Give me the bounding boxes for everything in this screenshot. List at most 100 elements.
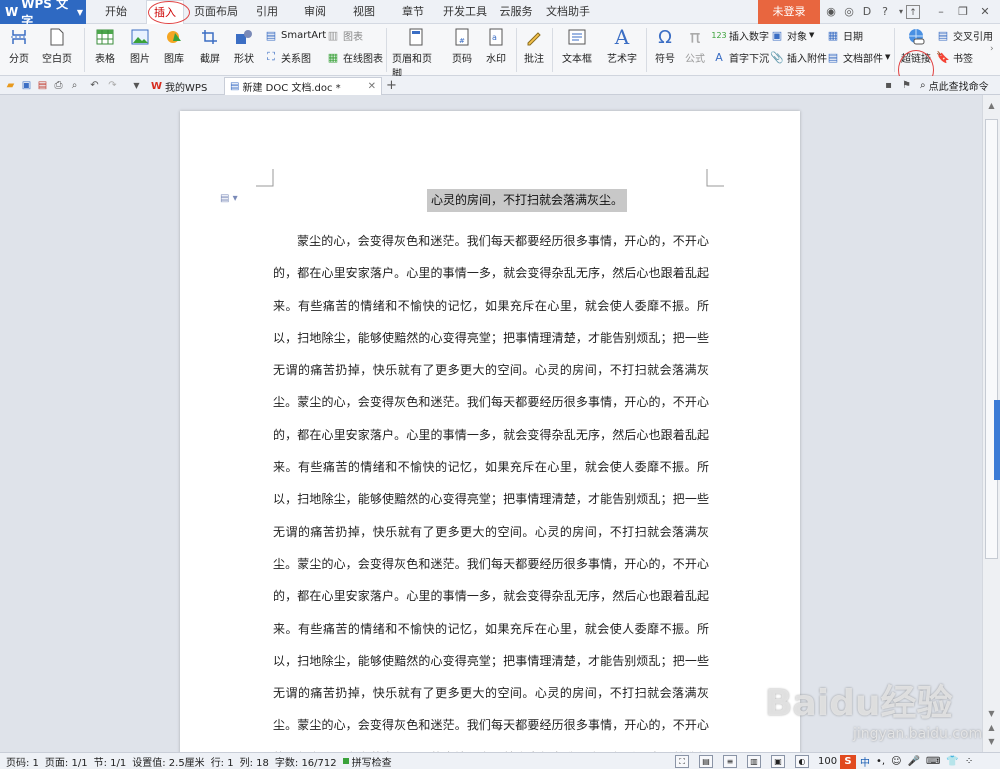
- shape-button[interactable]: 形状: [230, 24, 258, 65]
- date-button[interactable]: ▦ 日期: [826, 27, 863, 43]
- login-button[interactable]: 未登录: [758, 0, 820, 24]
- tab-home[interactable]: 开始: [96, 0, 136, 24]
- ribbon-scroll-right-icon[interactable]: ›: [990, 44, 994, 54]
- status-setting[interactable]: 设置值: 2.5厘米: [132, 754, 204, 769]
- status-words[interactable]: 字数: 16/712: [275, 754, 337, 769]
- eye-protection-icon[interactable]: ◐: [795, 755, 809, 768]
- picture-label: 图片: [130, 54, 150, 65]
- focus-mode-icon[interactable]: ⛶: [675, 755, 689, 768]
- page-break-label: 分页: [9, 54, 29, 65]
- bookmark-button[interactable]: 🔖 书签: [936, 49, 973, 65]
- textbox-button[interactable]: 文本框: [558, 24, 596, 65]
- close-tab-icon[interactable]: ✕: [368, 81, 376, 92]
- crossref-button[interactable]: ▤ 交叉引用: [936, 27, 993, 43]
- document-title-selected[interactable]: 心灵的房间，不打扫就会落满灰尘。: [427, 189, 628, 212]
- symbol-button[interactable]: Ω 符号: [648, 24, 682, 66]
- add-tab-icon[interactable]: +: [385, 79, 398, 92]
- tab-review[interactable]: 审阅: [298, 0, 332, 24]
- table-button[interactable]: 表格: [92, 24, 118, 65]
- maximize-icon[interactable]: ❐: [956, 5, 970, 19]
- relation-diagram-button[interactable]: ⛶ 关系图: [264, 49, 311, 65]
- bookmark-label: 书签: [953, 53, 973, 65]
- skin-icon[interactable]: ◉: [824, 5, 838, 19]
- tab-my-wps[interactable]: W 我的WPS: [146, 77, 222, 95]
- attachment-button[interactable]: 📎 插入附件: [770, 49, 827, 65]
- protect-view-icon[interactable]: ▣: [771, 755, 785, 768]
- ime-mode[interactable]: 中: [860, 754, 870, 769]
- tab-view[interactable]: 视图: [347, 0, 381, 24]
- blank-page-button[interactable]: 空白页: [40, 24, 74, 65]
- watermark-button[interactable]: a 水印: [480, 24, 512, 65]
- document-body-text[interactable]: 蒙尘的心，会变得灰色和迷茫。我们每天都要经历很多事情，开心的，不开心的，都在心里…: [273, 225, 709, 752]
- object-button[interactable]: ▣ 对象 ▼: [770, 27, 815, 43]
- tab-new-doc[interactable]: ▤ 新建 DOC 文档.doc * ✕: [224, 77, 382, 95]
- tab-section[interactable]: 章节: [396, 0, 430, 24]
- page-break-button[interactable]: 分页: [6, 24, 32, 65]
- tools-icon[interactable]: ⁘: [965, 756, 973, 767]
- header-footer-button[interactable]: 页眉和页脚: [392, 24, 440, 80]
- emoji-icon[interactable]: ☺: [891, 756, 901, 767]
- close-icon[interactable]: ✕: [978, 5, 992, 19]
- app-menu-button[interactable]: W WPS 文字 ▼: [0, 0, 86, 28]
- status-pages[interactable]: 页面: 1/1: [45, 754, 88, 769]
- online-chart-button[interactable]: ▦ 在线图表: [326, 49, 383, 65]
- status-section[interactable]: 节: 1/1: [94, 754, 127, 769]
- skin-icon[interactable]: 👕: [946, 756, 958, 767]
- watermark-url: jingyan.baidu.com: [853, 726, 983, 742]
- restore-ribbon-icon[interactable]: ↑: [906, 5, 920, 19]
- screenshot-icon: [199, 27, 221, 47]
- tab-references[interactable]: 引用: [250, 0, 284, 24]
- save-icon[interactable]: ▣: [20, 79, 33, 92]
- punctuation-icon[interactable]: •,: [876, 756, 885, 767]
- smartart-button[interactable]: ▤ SmartArt: [264, 27, 326, 43]
- insert-number-button[interactable]: 123 插入数字: [711, 27, 769, 43]
- paragraph-layout-icon[interactable]: ▤ ▾: [220, 193, 238, 204]
- pin-icon[interactable]: ⚑: [900, 79, 913, 92]
- microphone-icon[interactable]: 🎤: [908, 756, 920, 767]
- open-icon[interactable]: ▰: [4, 79, 17, 92]
- keyboard-icon[interactable]: ⌨: [926, 756, 940, 767]
- scroll-up-icon[interactable]: ▲: [986, 101, 997, 111]
- command-search[interactable]: ⌕ 点此查找命令: [920, 77, 989, 94]
- screenshot-button[interactable]: 截屏: [196, 24, 224, 65]
- outline-view-icon[interactable]: ≡: [723, 755, 737, 768]
- document-page[interactable]: ▤ ▾ 心灵的房间，不打扫就会落满灰尘。 蒙尘的心，会变得灰色和迷茫。我们每天都…: [180, 111, 800, 752]
- tab-doc-assistant[interactable]: 文档助手: [545, 0, 591, 24]
- prev-page-icon[interactable]: ▲: [986, 723, 997, 733]
- status-page-code[interactable]: 页码: 1: [6, 754, 39, 769]
- comment-panel-icon[interactable]: ▪: [882, 79, 895, 92]
- ribbon-insert: 分页 空白页 表格 图片 图库 截屏 形状 ▤ SmartArt ▥ 图表 ⛶ …: [0, 24, 1000, 90]
- undo-icon[interactable]: ↶: [88, 79, 101, 92]
- feedback-icon[interactable]: ◎: [842, 5, 856, 19]
- help-icon[interactable]: ?: [878, 5, 892, 19]
- page-number-button[interactable]: # 页码: [446, 24, 478, 65]
- tab-developer[interactable]: 开发工具: [442, 0, 488, 24]
- redo-icon[interactable]: ↷: [106, 79, 119, 92]
- print-preview-icon[interactable]: ⌕: [68, 79, 81, 92]
- picture-button[interactable]: 图片: [126, 24, 154, 65]
- doc-parts-button[interactable]: ▤ 文档部件 ▼: [826, 49, 891, 65]
- crossref-label: 交叉引用: [953, 31, 993, 43]
- next-page-icon[interactable]: ▼: [986, 737, 997, 747]
- print-icon[interactable]: ⎙: [52, 79, 65, 92]
- side-panel-toggle[interactable]: [994, 400, 1000, 480]
- share-icon[interactable]: D: [860, 5, 874, 19]
- gallery-button[interactable]: 图库: [160, 24, 188, 65]
- wordart-button[interactable]: A 艺术字: [602, 24, 642, 65]
- scroll-down-icon[interactable]: ▼: [986, 709, 997, 719]
- spell-check-toggle[interactable]: 拼写检查: [342, 754, 392, 769]
- export-pdf-icon[interactable]: ▤: [36, 79, 49, 92]
- sogou-ime-icon[interactable]: S: [840, 754, 856, 769]
- tab-cloud[interactable]: 云服务: [498, 0, 534, 24]
- smartart-icon: ▤: [265, 28, 277, 42]
- page-view-icon[interactable]: ▤: [699, 755, 713, 768]
- minimize-icon[interactable]: –: [934, 5, 948, 19]
- tab-page-layout[interactable]: 页面布局: [192, 0, 240, 24]
- scrollbar-thumb[interactable]: [985, 119, 998, 559]
- dropcap-button[interactable]: A 首字下沉: [712, 49, 769, 65]
- formula-button[interactable]: π 公式: [682, 24, 708, 66]
- quick-access-menu-icon[interactable]: ▼: [130, 79, 143, 92]
- web-view-icon[interactable]: ▥: [747, 755, 761, 768]
- comment-button[interactable]: 批注: [520, 24, 548, 65]
- chart-button[interactable]: ▥ 图表: [326, 27, 363, 43]
